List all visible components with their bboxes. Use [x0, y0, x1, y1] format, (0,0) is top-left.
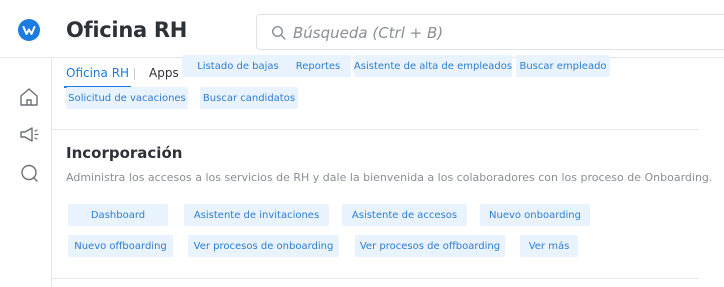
link-buscar-empleado[interactable]: Buscar empleado	[516, 55, 610, 77]
app: Oficina RH Oficina RH Apps Listado de ba…	[0, 0, 724, 287]
action-dashboard[interactable]: Dashboard	[68, 204, 168, 226]
link-buscar-candidatos[interactable]: Buscar candidatos	[200, 87, 298, 109]
action-asistente-accesos[interactable]: Asistente de accesos	[342, 204, 467, 226]
left-rail	[0, 58, 52, 287]
action-asistente-invitaciones[interactable]: Asistente de invitaciones	[184, 204, 329, 226]
section-description: Administra los accesos a los servicios d…	[66, 171, 713, 184]
link-asistente-alta[interactable]: Asistente de alta de empleados	[354, 55, 512, 77]
chat-icon[interactable]	[18, 162, 40, 184]
action-nuevo-onboarding[interactable]: Nuevo onboarding	[480, 204, 590, 226]
divider	[52, 278, 698, 279]
link-solicitud-vacaciones[interactable]: Solicitud de vacaciones	[66, 87, 188, 109]
main-content: Oficina RH Apps Listado de bajas Reporte…	[52, 55, 724, 287]
home-icon[interactable]	[18, 86, 40, 108]
search-icon	[271, 25, 286, 40]
tab-oficina-rh[interactable]: Oficina RH	[63, 66, 132, 88]
action-ver-mas[interactable]: Ver más	[520, 235, 578, 257]
search-input[interactable]	[293, 21, 713, 45]
megaphone-icon[interactable]	[18, 124, 40, 146]
action-ver-procesos-offboarding[interactable]: Ver procesos de offboarding	[355, 235, 505, 257]
header: Oficina RH	[0, 0, 724, 58]
link-reportes[interactable]: Reportes	[285, 55, 351, 77]
tab-separator	[134, 68, 135, 80]
search-box[interactable]	[256, 14, 724, 50]
divider	[52, 129, 698, 130]
tab-apps[interactable]: Apps	[149, 66, 179, 80]
app-title: Oficina RH	[66, 18, 188, 42]
action-ver-procesos-onboarding[interactable]: Ver procesos de onboarding	[188, 235, 339, 257]
logo-icon[interactable]	[18, 19, 40, 41]
action-nuevo-offboarding[interactable]: Nuevo offboarding	[68, 235, 173, 257]
link-listado-bajas[interactable]: Listado de bajas	[182, 55, 294, 77]
section-title: Incorporación	[66, 144, 183, 162]
